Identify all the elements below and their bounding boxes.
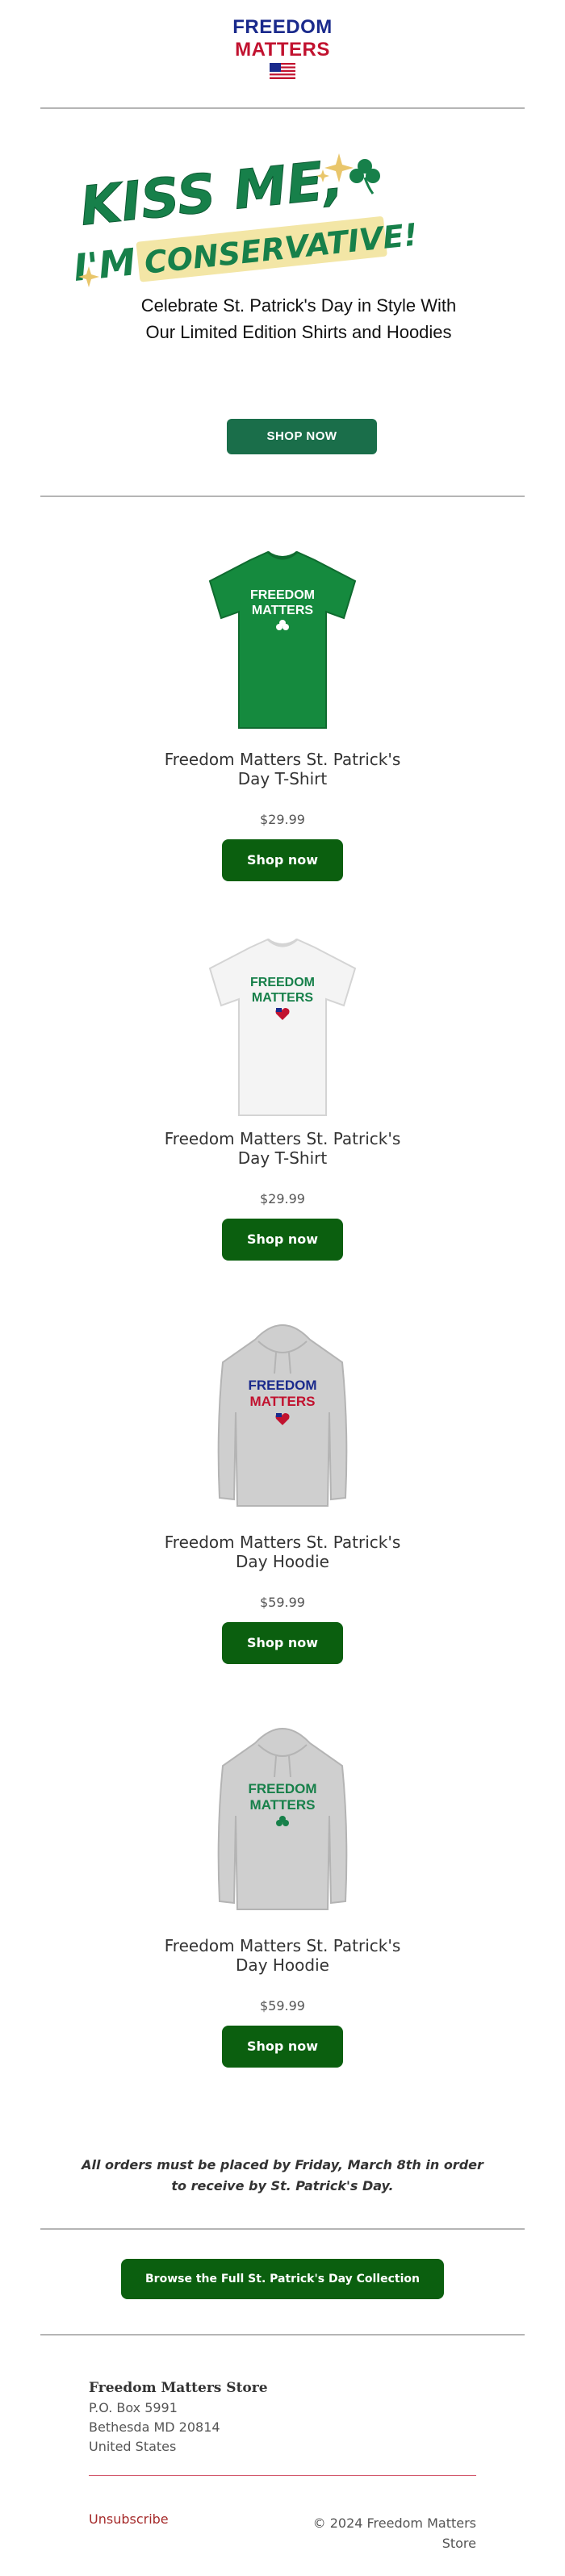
unsubscribe-link[interactable]: Unsubscribe bbox=[89, 2511, 169, 2527]
svg-text:MATTERS: MATTERS bbox=[250, 1797, 316, 1813]
divider bbox=[40, 496, 525, 497]
product-title[interactable]: Freedom Matters St. Patrick's Day Hoodie bbox=[161, 1936, 404, 1975]
browse-collection-button[interactable]: Browse the Full St. Patrick's Day Collec… bbox=[121, 2259, 444, 2299]
svg-text:MATTERS: MATTERS bbox=[250, 1394, 316, 1409]
svg-text:FREEDOM: FREEDOM bbox=[250, 976, 315, 989]
headline-im: I'M bbox=[72, 240, 138, 290]
product-image-grey-hoodie-green[interactable]: FREEDOM MATTERS bbox=[202, 1719, 363, 1913]
product-shop-now-button[interactable]: Shop now bbox=[222, 1622, 343, 1664]
svg-text:FREEDOM: FREEDOM bbox=[250, 588, 315, 602]
svg-text:MATTERS: MATTERS bbox=[252, 604, 313, 617]
shamrock-icon bbox=[349, 159, 380, 194]
footer-store-name: Freedom Matters Store bbox=[89, 2380, 268, 2396]
divider bbox=[40, 2334, 525, 2336]
footer-address-line: P.O. Box 5991 bbox=[89, 2400, 178, 2415]
product-title[interactable]: Freedom Matters St. Patrick's Day T-Shir… bbox=[161, 1129, 404, 1168]
product-image-white-tshirt[interactable]: FREEDOM MATTERS bbox=[202, 936, 363, 1118]
logo-word-freedom: FREEDOM bbox=[232, 16, 333, 38]
product-image-green-tshirt[interactable]: FREEDOM MATTERS bbox=[202, 549, 363, 730]
brand-logo[interactable]: FREEDOM MATTERS bbox=[0, 16, 565, 79]
svg-text:FREEDOM: FREEDOM bbox=[249, 1781, 317, 1796]
product-price: $29.99 bbox=[260, 1191, 305, 1206]
product-title[interactable]: Freedom Matters St. Patrick's Day Hoodie bbox=[161, 1533, 404, 1571]
footer-address-line: Bethesda MD 20814 bbox=[89, 2419, 220, 2435]
product-title[interactable]: Freedom Matters St. Patrick's Day T-Shir… bbox=[161, 750, 404, 788]
hero-subtitle: Celebrate St. Patrick's Day in Style Wit… bbox=[140, 295, 457, 342]
hero-headline-art: KISS ME, I'M CONSERVATIVE! bbox=[72, 148, 420, 290]
footer-divider bbox=[89, 2475, 476, 2476]
product-shop-now-button[interactable]: Shop now bbox=[222, 2026, 343, 2068]
divider bbox=[40, 2228, 525, 2230]
divider bbox=[40, 107, 525, 109]
hero-shop-now-button[interactable]: SHOP NOW bbox=[227, 419, 377, 454]
svg-text:MATTERS: MATTERS bbox=[252, 991, 313, 1005]
logo-word-matters: MATTERS bbox=[235, 39, 330, 61]
footer-address-line: United States bbox=[89, 2439, 177, 2454]
footer-copyright: © 2024 Freedom Matters Store bbox=[312, 2515, 476, 2551]
product-shop-now-button[interactable]: Shop now bbox=[222, 1219, 343, 1261]
product-price: $59.99 bbox=[260, 1998, 305, 2014]
svg-text:FREEDOM: FREEDOM bbox=[249, 1378, 317, 1393]
order-deadline-note: All orders must be placed by Friday, Mar… bbox=[82, 2157, 483, 2193]
product-shop-now-button[interactable]: Shop now bbox=[222, 839, 343, 881]
us-flag-icon bbox=[270, 63, 295, 79]
product-price: $29.99 bbox=[260, 812, 305, 827]
product-price: $59.99 bbox=[260, 1595, 305, 1610]
product-image-grey-hoodie[interactable]: FREEDOM MATTERS bbox=[202, 1315, 363, 1509]
